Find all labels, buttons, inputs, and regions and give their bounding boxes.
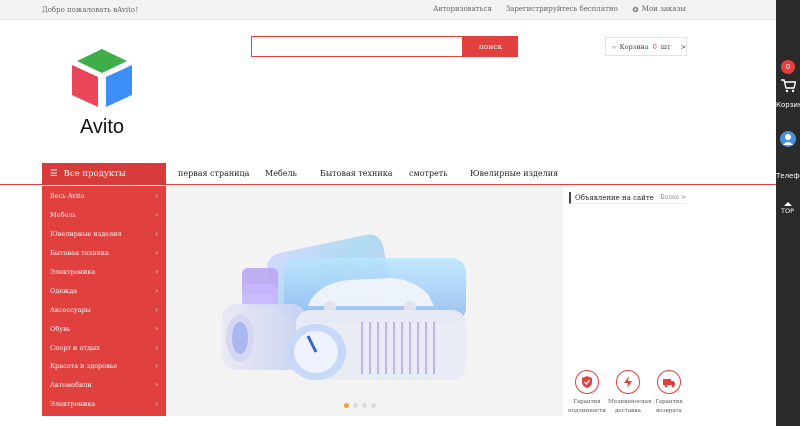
cart-icon	[612, 45, 616, 48]
category-item[interactable]: Мебель ›	[42, 206, 166, 225]
search-bar: поиск	[251, 36, 518, 57]
cart-unit: шт	[660, 42, 671, 51]
category-item[interactable]: Электроника ›	[42, 395, 166, 414]
cart-icon[interactable]	[781, 79, 796, 93]
category-item[interactable]: Красота и здоровье ›	[42, 357, 166, 376]
category-item[interactable]: Электроника ›	[42, 263, 166, 282]
header-cart[interactable]: Корзина 0 шт >	[605, 37, 687, 56]
main-nav: ☰ Все продукты первая страница Мебель Бы…	[0, 163, 776, 185]
chevron-right-icon: ›	[155, 211, 158, 220]
shield-check-icon	[575, 370, 599, 394]
slider-dot[interactable]	[344, 403, 349, 408]
category-sidebar: Весь Avito › Мебель › Ювелирные изделия › Б…	[42, 186, 166, 416]
category-item[interactable]: Весь Avito ›	[42, 187, 166, 206]
chevron-right-icon: ›	[155, 286, 158, 295]
rail-phone-label[interactable]: Телефон	[776, 172, 800, 180]
menu-icon: ☰	[50, 169, 58, 179]
search-input[interactable]	[251, 36, 463, 57]
category-item[interactable]: Спорт и отдых ›	[42, 338, 166, 357]
hero-banner[interactable]	[166, 186, 563, 416]
category-item[interactable]: Аксессуары ›	[42, 300, 166, 319]
banner-illustration	[222, 234, 466, 380]
chevron-right-icon: ›	[155, 192, 158, 201]
guarantee-authenticity: Гарантия подлинности	[567, 370, 607, 416]
slider-dots	[344, 403, 376, 408]
slider-dot[interactable]	[362, 403, 367, 408]
top-links: Авторизоваться Зарегистрируйтесь бесплат…	[433, 5, 686, 13]
top-label: TOP	[781, 207, 795, 215]
nav-link-appliances[interactable]: Бытовая техника	[320, 169, 409, 178]
avito-logo-icon: Avito	[72, 49, 132, 138]
rail-cart-label[interactable]: Корзина	[776, 101, 800, 109]
chevron-right-icon: ›	[155, 305, 158, 314]
cart-arrow: >	[680, 42, 686, 51]
nav-link-furniture[interactable]: Мебель	[265, 169, 320, 178]
all-products-button[interactable]: ☰ Все продукты	[42, 163, 166, 185]
chevron-right-icon: ›	[155, 324, 158, 333]
chevron-right-icon: ›	[155, 381, 158, 390]
welcome-text: Добро пожаловать вAvito！	[42, 6, 143, 14]
chevron-right-icon: ›	[155, 268, 158, 276]
announcement-header: Объявление на сайте Более >	[569, 192, 686, 204]
guarantee-return: Гарантия возврата	[649, 370, 689, 416]
chevron-right-icon: ›	[155, 362, 158, 371]
category-item[interactable]: Ювелирные изделия ›	[42, 225, 166, 244]
category-item[interactable]: Автомобили ›	[42, 376, 166, 395]
slider-dot[interactable]	[353, 403, 358, 408]
nav-link-jewelry[interactable]: Ювелирные изделия	[470, 169, 558, 178]
lightning-icon	[616, 370, 640, 394]
announcement-panel: Объявление на сайте Более > Гарантия под…	[564, 186, 690, 426]
nav-link-home[interactable]: первая страница	[178, 169, 265, 178]
nav-links: первая страница Мебель Бытовая техника с…	[178, 169, 558, 178]
login-link[interactable]: Авторизоваться	[433, 5, 492, 13]
announcement-more-link[interactable]: Более >	[660, 194, 686, 201]
back-to-top-button[interactable]: TOP	[781, 202, 794, 215]
announcement-title: Объявление на сайте	[575, 193, 654, 202]
rail-cart-badge: 0	[781, 60, 795, 74]
cart-label: Корзина	[619, 42, 649, 51]
chevron-right-icon: ›	[155, 343, 158, 352]
top-bar: Добро пожаловать вAvito！ Авторизоваться …	[0, 0, 776, 20]
cart-count: 0	[652, 42, 657, 51]
chevron-right-icon: ›	[155, 249, 158, 258]
gear-icon	[632, 6, 639, 12]
category-item[interactable]: Обувь ›	[42, 319, 166, 338]
user-avatar-icon[interactable]	[780, 131, 796, 147]
truck-icon	[657, 370, 681, 394]
right-rail: 0 Корзина Телефон TOP	[776, 0, 800, 426]
nav-link-watch[interactable]: смотреть	[409, 169, 470, 178]
slider-dot[interactable]	[371, 403, 376, 408]
orders-link[interactable]: Мои заказы	[632, 5, 686, 13]
orders-label: Мои заказы	[641, 5, 686, 13]
category-item[interactable]: Бытовая техника ›	[42, 244, 166, 263]
all-products-label: Все продукты	[63, 169, 126, 179]
site-logo[interactable]: Avito	[42, 33, 162, 151]
register-link[interactable]: Зарегистрируйтесь бесплатно	[506, 5, 618, 13]
chevron-right-icon: ›	[155, 400, 158, 409]
chevron-right-icon: ›	[155, 230, 158, 239]
category-item[interactable]: Одежда ›	[42, 281, 166, 300]
search-button[interactable]: поиск	[463, 36, 518, 57]
guarantee-delivery: Молниеносная доставка	[608, 370, 652, 416]
arrow-up-icon	[783, 202, 792, 206]
svg-text:Avito: Avito	[80, 116, 124, 138]
